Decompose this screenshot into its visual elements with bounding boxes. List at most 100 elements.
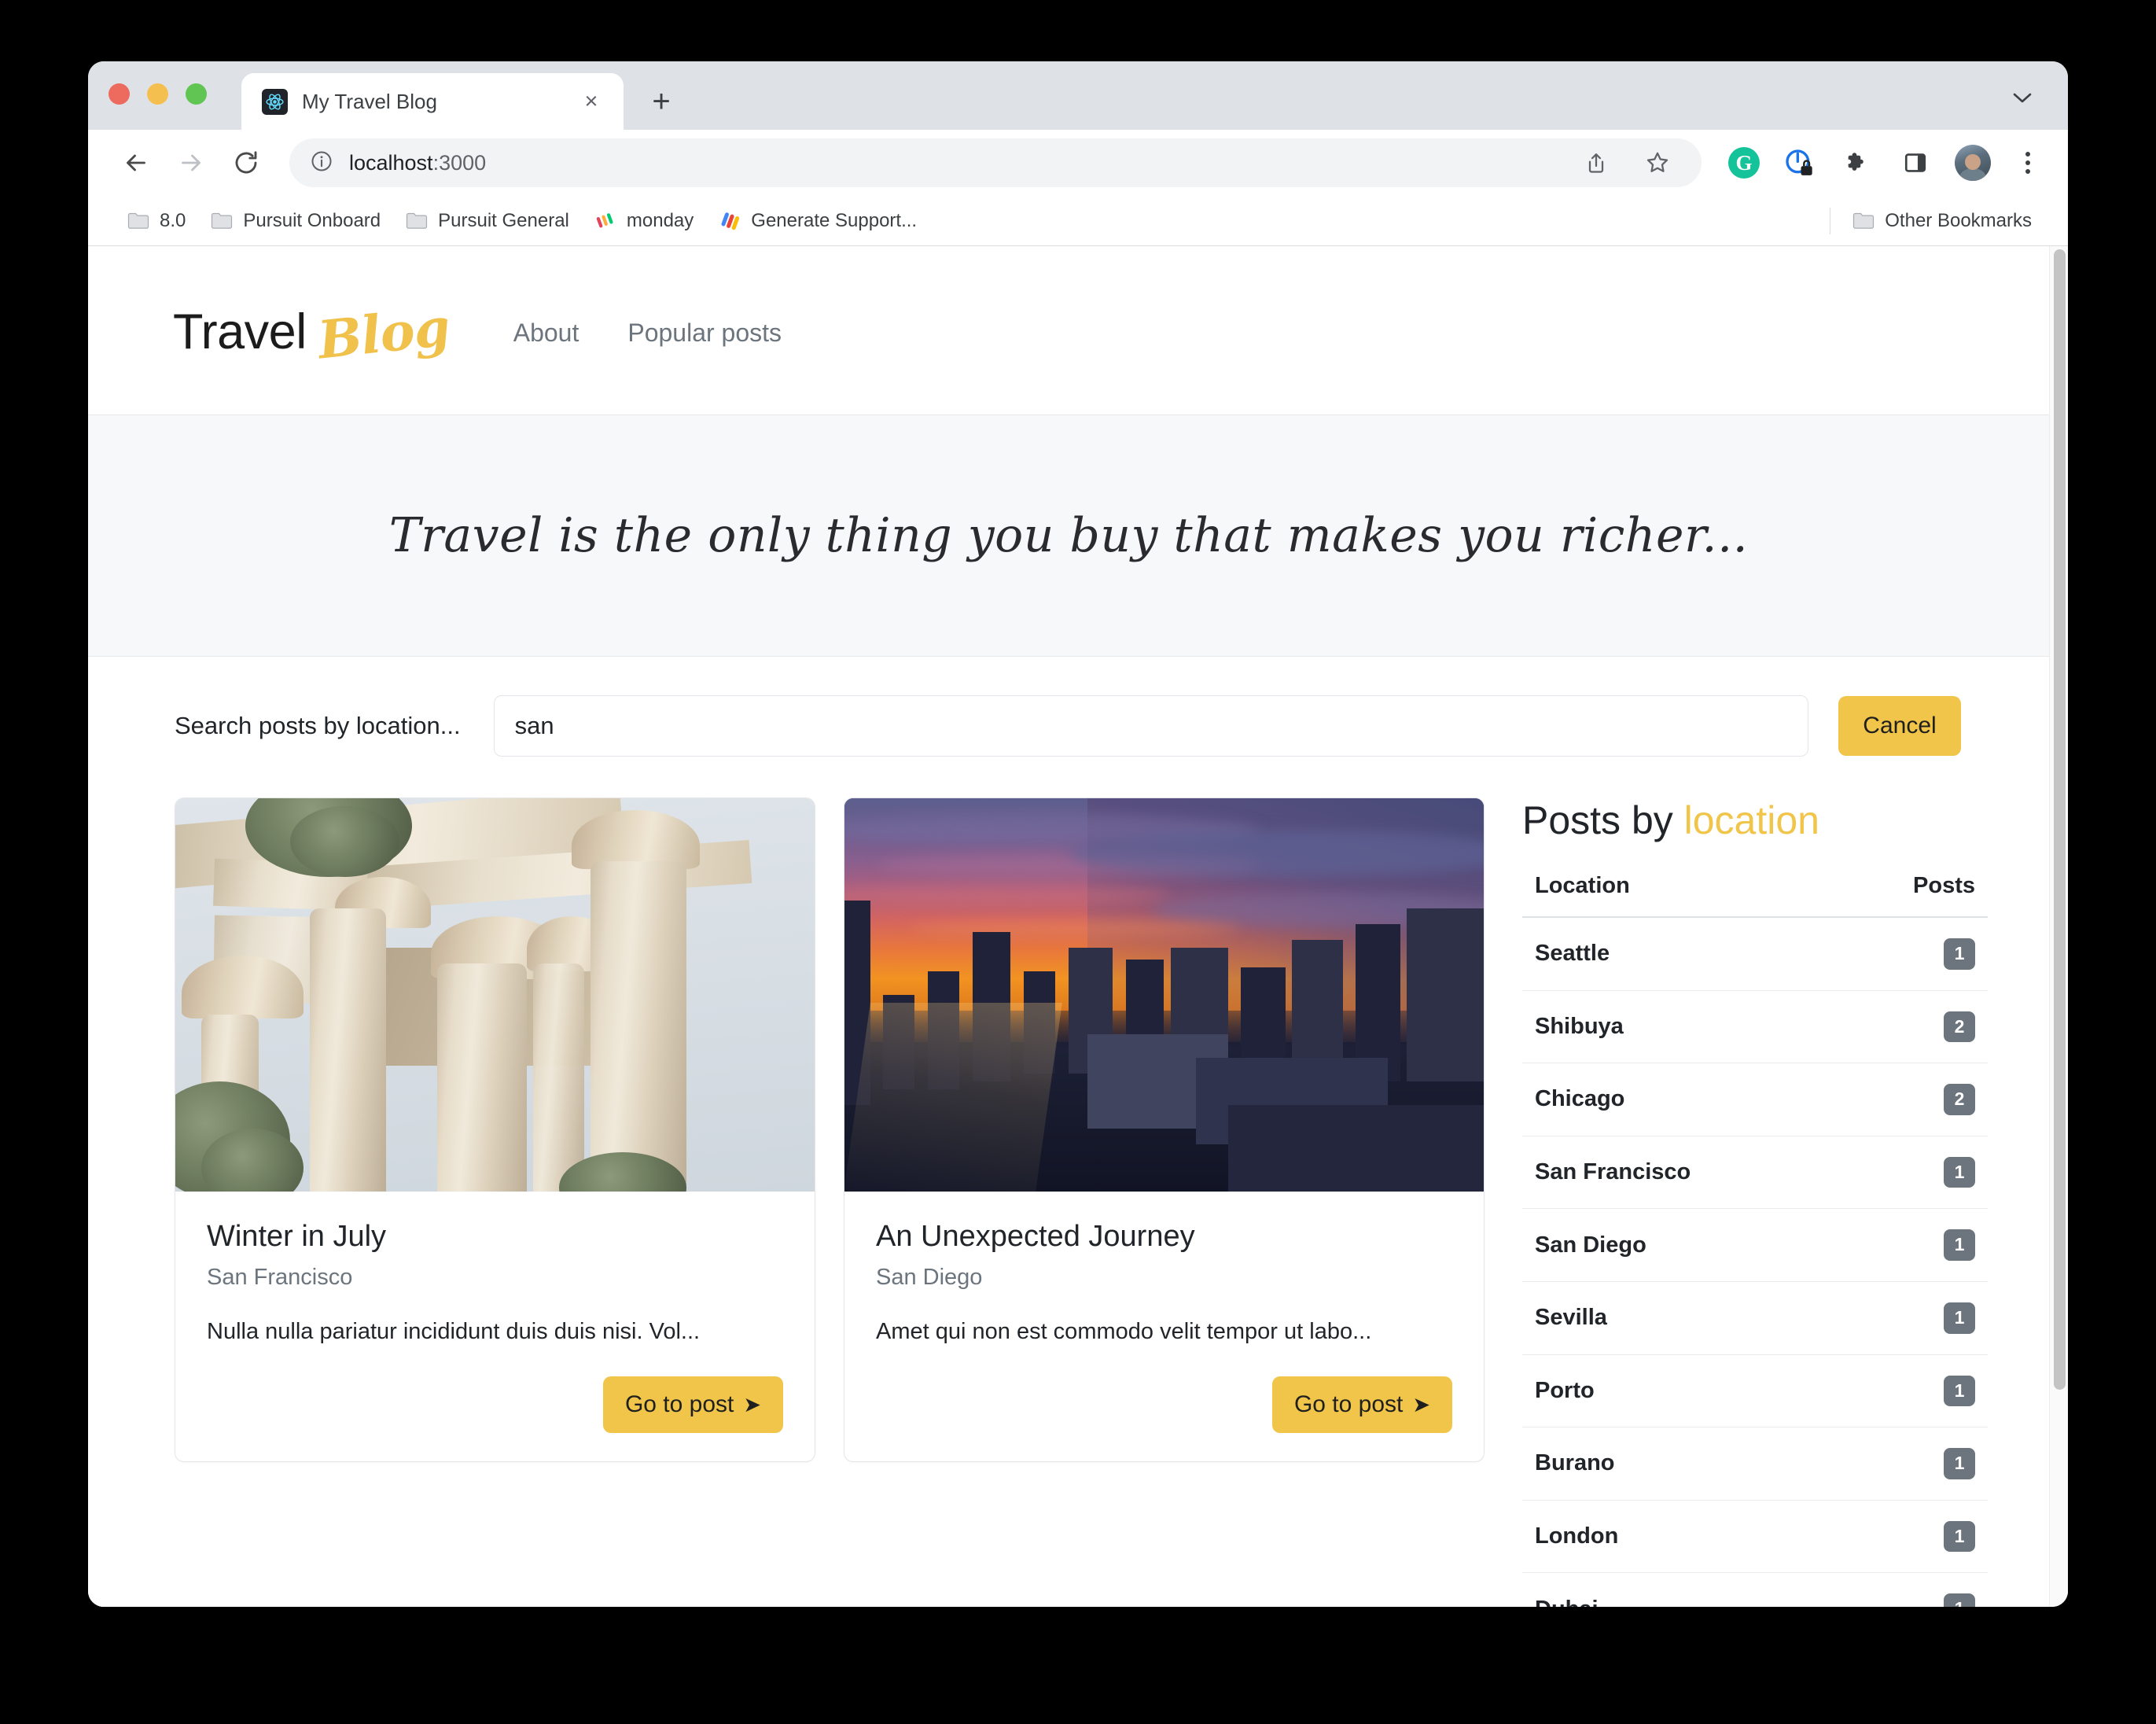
info-circle-icon[interactable] xyxy=(310,149,333,177)
location-name: San Francisco xyxy=(1522,1136,1837,1210)
kebab-menu-icon[interactable] xyxy=(2011,146,2044,179)
post-count-badge: 2 xyxy=(1944,1011,1975,1043)
site-logo[interactable]: Travel Blog xyxy=(173,296,452,370)
other-bookmarks-label: Other Bookmarks xyxy=(1885,209,2032,231)
profile-avatar[interactable] xyxy=(1955,145,1991,181)
nav-link-popular-posts[interactable]: Popular posts xyxy=(627,319,782,348)
site-header: Travel Blog About Popular posts xyxy=(88,246,2049,415)
location-name: Burano xyxy=(1522,1427,1837,1501)
password-manager-icon[interactable] xyxy=(1780,144,1818,182)
post-count-badge: 2 xyxy=(1944,1084,1975,1115)
bookmark-item[interactable]: Generate Support... xyxy=(706,205,929,237)
location-name: San Diego xyxy=(1522,1208,1837,1282)
table-row[interactable]: Seattle 1 xyxy=(1522,917,1988,991)
bookmark-item[interactable]: monday xyxy=(582,205,706,237)
table-row[interactable]: Sevilla 1 xyxy=(1522,1281,1988,1355)
post-card-body: An Unexpected Journey San Diego Amet qui… xyxy=(844,1192,1484,1461)
table-row[interactable]: Chicago 2 xyxy=(1522,1063,1988,1136)
go-to-post-button[interactable]: Go to post ➤ xyxy=(602,1376,783,1433)
forward-icon[interactable] xyxy=(167,138,215,187)
address-bar-url: localhost:3000 xyxy=(349,150,487,175)
hero-quote: Travel is the only thing you buy that ma… xyxy=(388,508,1749,563)
panel-title-accent: location xyxy=(1683,798,1819,842)
post-card-action: Go to post ➤ xyxy=(207,1376,783,1433)
bookmark-label: monday xyxy=(626,209,694,231)
main-grid: Winter in July San Francisco Nulla nulla… xyxy=(88,760,2049,1607)
post-count-badge: 1 xyxy=(1944,1156,1975,1188)
panel-title: Posts by location xyxy=(1522,798,1988,843)
folder-icon xyxy=(406,212,428,230)
bookmark-label: Generate Support... xyxy=(751,209,918,231)
bookmark-item[interactable]: Pursuit General xyxy=(393,205,582,237)
page-scrollbar[interactable] xyxy=(2049,246,2068,1607)
other-bookmarks-group: Other Bookmarks xyxy=(1830,205,2044,237)
address-bar[interactable]: localhost:3000 xyxy=(289,138,1702,187)
search-label: Search posts by location... xyxy=(175,712,461,739)
generate-support-icon xyxy=(719,212,741,230)
location-name: Chicago xyxy=(1522,1063,1837,1136)
star-icon[interactable] xyxy=(1639,144,1676,182)
table-row[interactable]: London 1 xyxy=(1522,1500,1988,1574)
post-card[interactable]: Winter in July San Francisco Nulla nulla… xyxy=(175,798,815,1462)
close-tab-icon[interactable]: × xyxy=(578,88,605,115)
folder-icon xyxy=(1852,212,1875,230)
location-name: Seattle xyxy=(1522,917,1837,991)
bookmark-item[interactable]: 8.0 xyxy=(115,205,198,237)
back-icon[interactable] xyxy=(112,138,160,187)
bookmark-item[interactable]: Pursuit Onboard xyxy=(198,205,393,237)
table-row[interactable]: Porto 1 xyxy=(1522,1354,1988,1428)
table-row[interactable]: San Francisco 1 xyxy=(1522,1136,1988,1210)
go-to-post-label: Go to post xyxy=(624,1391,734,1417)
bookmarks-bar: 8.0 Pursuit Onboard Pursuit General mond… xyxy=(88,196,2068,246)
panel-title-plain: Posts by xyxy=(1522,798,1684,842)
post-card[interactable]: An Unexpected Journey San Diego Amet qui… xyxy=(844,798,1485,1462)
chevron-down-icon[interactable] xyxy=(2005,81,2040,116)
bookmark-label: 8.0 xyxy=(160,209,186,231)
browser-tab[interactable]: My Travel Blog × xyxy=(241,73,624,130)
search-row: Search posts by location... Cancel xyxy=(88,692,2049,760)
location-name: Shibuya xyxy=(1522,990,1837,1064)
window-traffic-lights xyxy=(109,61,207,130)
share-icon[interactable] xyxy=(1577,144,1615,182)
location-name: Dubai xyxy=(1522,1572,1837,1607)
logo-text-blog: Blog xyxy=(315,296,452,371)
table-row[interactable]: Burano 1 xyxy=(1522,1427,1988,1501)
location-name: Sevilla xyxy=(1522,1281,1837,1355)
new-tab-button[interactable]: + xyxy=(641,81,682,122)
table-row[interactable]: Dubai 1 xyxy=(1522,1572,1988,1607)
table-row[interactable]: Shibuya 2 xyxy=(1522,990,1988,1064)
browser-toolbar: localhost:3000 G xyxy=(88,130,2068,196)
react-logo-icon xyxy=(262,88,288,115)
nav-link-about[interactable]: About xyxy=(513,319,579,348)
close-window-button[interactable] xyxy=(109,83,130,105)
cancel-button[interactable]: Cancel xyxy=(1838,696,1961,756)
post-excerpt: Amet qui non est commodo velit tempor ut… xyxy=(876,1319,1372,1344)
post-title: An Unexpected Journey xyxy=(876,1220,1195,1253)
go-to-post-label: Go to post xyxy=(1293,1391,1404,1417)
location-table: Location Posts Seattle 1 Shibuya 2 Chica… xyxy=(1522,873,1988,1607)
minimize-window-button[interactable] xyxy=(147,83,168,105)
omnibox-actions xyxy=(1577,144,1681,182)
post-count-badge: 1 xyxy=(1944,1593,1975,1607)
scrollbar-thumb[interactable] xyxy=(2054,249,2066,1390)
reload-icon[interactable] xyxy=(222,138,270,187)
other-bookmarks-button[interactable]: Other Bookmarks xyxy=(1840,205,2044,237)
grammarly-icon[interactable]: G xyxy=(1728,147,1760,179)
post-cards: Winter in July San Francisco Nulla nulla… xyxy=(88,798,1485,1462)
bookmark-label: Pursuit Onboard xyxy=(243,209,381,231)
side-panel-icon[interactable] xyxy=(1897,144,1934,182)
extensions-puzzle-icon[interactable] xyxy=(1838,144,1876,182)
column-header-location: Location xyxy=(1522,873,1837,918)
page-viewport: Travel Blog About Popular posts Travel i… xyxy=(88,246,2068,1607)
location-table-body: Seattle 1 Shibuya 2 Chicago 2 San Franci… xyxy=(1522,917,1988,1607)
table-header-row: Location Posts xyxy=(1522,873,1988,918)
location-name: Porto xyxy=(1522,1354,1837,1428)
posts-by-location-panel: Posts by location Location Posts Seattle… xyxy=(1485,798,2019,1607)
table-row[interactable]: San Diego 1 xyxy=(1522,1208,1988,1282)
go-to-post-button[interactable]: Go to post ➤ xyxy=(1271,1376,1452,1433)
maximize-window-button[interactable] xyxy=(186,83,207,105)
column-header-posts: Posts xyxy=(1836,873,1988,918)
post-card-body: Winter in July San Francisco Nulla nulla… xyxy=(175,1192,815,1461)
post-count-badge: 1 xyxy=(1944,1448,1975,1479)
search-input[interactable] xyxy=(493,695,1808,757)
